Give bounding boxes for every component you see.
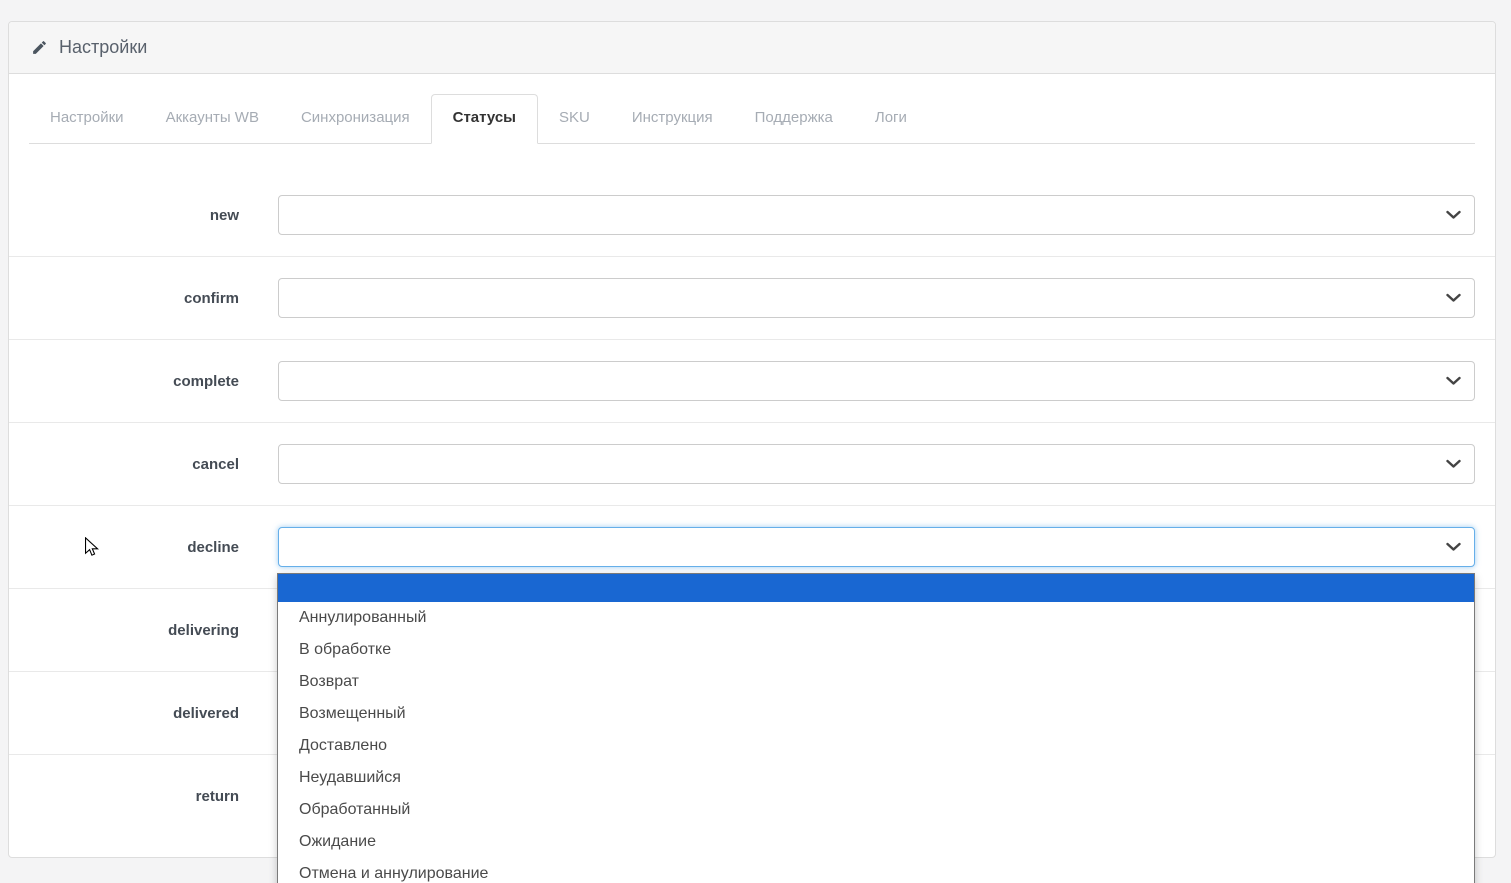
dropdown-option[interactable]: Возмещенный <box>278 698 1474 730</box>
field-label-new: new <box>209 206 239 224</box>
page: Настройки Настройки Аккаунты WB Синхрониза… <box>0 0 1511 883</box>
chevron-down-icon <box>1446 210 1461 220</box>
field-label-cancel: cancel <box>192 455 239 473</box>
tab-logs[interactable]: Логи <box>854 94 928 143</box>
chevron-down-icon <box>1446 542 1461 552</box>
select-confirm[interactable] <box>278 278 1475 318</box>
dropdown-option[interactable]: Ожидание <box>278 826 1474 858</box>
decline-select-dropdown: Аннулированный В обработке Возврат Возмещен… <box>277 573 1475 883</box>
tab-sku[interactable]: SKU <box>538 94 611 143</box>
select-cancel[interactable] <box>278 444 1475 484</box>
dropdown-option[interactable]: Доставлено <box>278 730 1474 762</box>
dropdown-option[interactable]: Возврат <box>278 666 1474 698</box>
select-new[interactable] <box>278 195 1475 235</box>
field-label-confirm: confirm <box>183 289 239 307</box>
dropdown-option[interactable]: Обработанный <box>278 794 1474 826</box>
tab-support[interactable]: Поддержка <box>734 94 854 143</box>
mouse-cursor <box>85 537 99 556</box>
select-complete[interactable] <box>278 361 1475 401</box>
dropdown-option[interactable]: Неудавшийся <box>278 762 1474 794</box>
dropdown-option[interactable]: Отмена и аннулирование <box>278 858 1474 883</box>
tab-statuses[interactable]: Статусы <box>430 94 538 144</box>
dropdown-option[interactable]: В обработке <box>278 634 1474 666</box>
pencil-icon <box>31 39 48 56</box>
field-label-delivering: delivering <box>168 621 239 639</box>
chevron-down-icon <box>1446 376 1461 386</box>
dropdown-selected-option[interactable] <box>278 574 1474 602</box>
form-row-complete: complete <box>9 340 1495 423</box>
field-label-decline: decline <box>187 538 239 556</box>
select-decline[interactable] <box>278 527 1475 567</box>
tab-synchronization[interactable]: Синхронизация <box>280 94 431 143</box>
page-title: Настройки <box>59 37 148 57</box>
tab-settings[interactable]: Настройки <box>29 94 145 143</box>
field-label-complete: complete <box>173 372 239 390</box>
form-row-new: new <box>9 174 1495 257</box>
tab-bar: Настройки Аккаунты WB Синхронизация Статусы… <box>29 94 1475 144</box>
chevron-down-icon <box>1446 293 1461 303</box>
field-label-delivered: delivered <box>173 704 239 722</box>
form-row-confirm: confirm <box>9 257 1495 340</box>
chevron-down-icon <box>1446 459 1461 469</box>
dropdown-option[interactable]: Аннулированный <box>278 602 1474 634</box>
panel-heading: Настройки <box>9 22 1495 74</box>
field-label-return: return <box>195 788 239 805</box>
form-row-cancel: cancel <box>9 423 1495 506</box>
tab-accounts-wb[interactable]: Аккаунты WB <box>145 94 280 143</box>
tab-instruction[interactable]: Инструкция <box>611 94 734 143</box>
